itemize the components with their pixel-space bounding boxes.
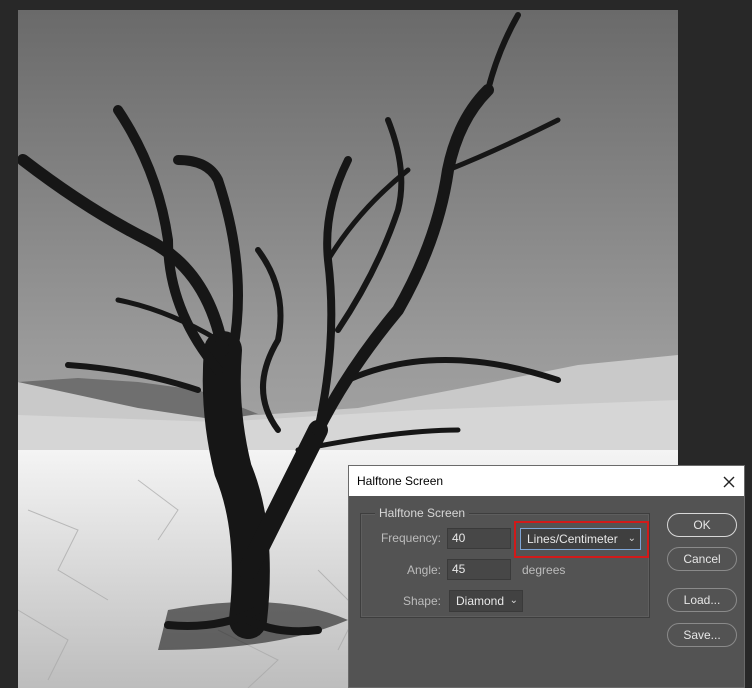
group-legend: Halftone Screen	[375, 506, 470, 520]
frequency-input[interactable]: 40	[447, 528, 511, 549]
angle-input[interactable]: 45	[447, 559, 511, 580]
shape-label: Shape:	[402, 594, 441, 608]
save-button[interactable]: Save...	[667, 623, 737, 647]
frequency-unit-select[interactable]: Lines/Centimeter ⌄	[520, 528, 641, 550]
angle-label: Angle:	[406, 563, 441, 577]
dialog-title: Halftone Screen	[357, 474, 444, 488]
ok-button[interactable]: OK	[667, 513, 737, 537]
cancel-button[interactable]: Cancel	[667, 547, 737, 571]
frequency-unit-value: Lines/Centimeter	[527, 532, 618, 546]
chevron-down-icon: ⌄	[627, 533, 636, 544]
dialog-titlebar: Halftone Screen	[349, 466, 744, 496]
frequency-label: Frequency:	[380, 531, 441, 545]
chevron-down-icon: ⌄	[509, 595, 518, 606]
shape-value: Diamond	[456, 594, 505, 608]
angle-unit: degrees	[522, 563, 566, 577]
load-button[interactable]: Load...	[667, 588, 737, 612]
halftone-screen-dialog: Halftone Screen Halftone Screen Frequenc…	[348, 465, 745, 688]
close-icon[interactable]	[720, 472, 738, 490]
shape-select[interactable]: Diamond ⌄	[449, 590, 523, 612]
